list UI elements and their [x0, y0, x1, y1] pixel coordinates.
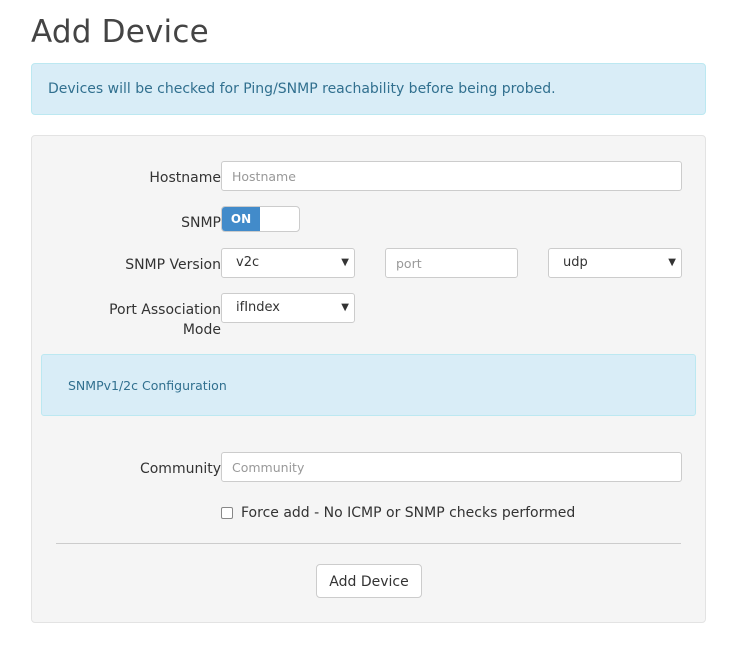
- snmp-toggle[interactable]: ON: [221, 206, 300, 232]
- port-association-label: Port Association Mode: [61, 300, 221, 340]
- port-association-select[interactable]: ifIndex ▼: [221, 293, 355, 323]
- snmp-config-title: SNMPv1/2c Configuration: [68, 378, 227, 393]
- transport-value: udp: [563, 255, 588, 270]
- snmp-version-select[interactable]: v2c ▼: [221, 248, 355, 278]
- reachability-alert: Devices will be checked for Ping/SNMP re…: [31, 63, 706, 115]
- caret-down-icon: ▼: [341, 257, 349, 268]
- hostname-input[interactable]: [221, 161, 682, 191]
- port-input[interactable]: [385, 248, 518, 278]
- add-device-button[interactable]: Add Device: [316, 564, 422, 598]
- snmp-label: SNMP: [181, 215, 221, 231]
- caret-down-icon: ▼: [668, 257, 676, 268]
- snmp-config-panel: SNMPv1/2c Configuration: [41, 354, 696, 416]
- hostname-label: Hostname: [149, 170, 221, 186]
- form-divider: [56, 543, 681, 544]
- add-device-form: Hostname SNMP ON SNMP Version v2c ▼ udp …: [31, 135, 706, 623]
- community-label: Community: [139, 461, 221, 477]
- force-add-label: Force add - No ICMP or SNMP checks perfo…: [241, 505, 576, 521]
- page-title: Add Device: [31, 14, 209, 50]
- snmp-version-value: v2c: [236, 255, 260, 270]
- caret-down-icon: ▼: [341, 302, 349, 313]
- snmp-toggle-on: ON: [222, 207, 260, 231]
- transport-select[interactable]: udp ▼: [548, 248, 682, 278]
- force-add-checkbox[interactable]: [221, 507, 233, 519]
- port-association-value: ifIndex: [236, 300, 280, 315]
- port-association-label-line2: Mode: [182, 322, 221, 338]
- alert-text: Devices will be checked for Ping/SNMP re…: [48, 81, 556, 97]
- snmp-version-label: SNMP Version: [125, 257, 221, 273]
- force-add-row[interactable]: Force add - No ICMP or SNMP checks perfo…: [221, 505, 575, 521]
- community-input[interactable]: [221, 452, 682, 482]
- port-association-label-line1: Port Association: [109, 302, 221, 318]
